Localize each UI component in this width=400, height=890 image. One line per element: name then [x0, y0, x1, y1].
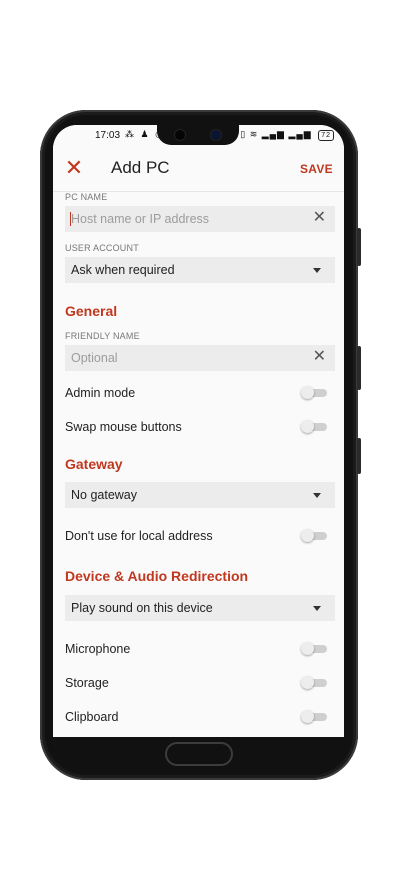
local-address-toggle[interactable]: [301, 529, 327, 542]
toggle-knob: [301, 676, 314, 689]
gateway-select[interactable]: No gateway: [65, 482, 335, 508]
front-camera-icon: [175, 130, 185, 140]
dropdown-arrow-icon: [313, 268, 321, 273]
app-bar: ✕ Add PC SAVE: [53, 147, 344, 192]
volume-button: [357, 228, 361, 266]
user-account-select[interactable]: Ask when required: [65, 257, 335, 283]
dropdown-arrow-icon: [313, 493, 321, 498]
sound-value: Play sound on this device: [71, 601, 213, 615]
section-device-audio: Device & Audio Redirection: [65, 568, 249, 584]
phone-frame: 17:03 ⁂ ♟ ◎ ▯ ≋ ▂▄▆ ▂▄▆ 72 ✕ Add PC SAVE…: [40, 110, 361, 780]
pc-name-label: PC NAME: [65, 192, 108, 202]
local-address-label: Don't use for local address: [65, 529, 213, 543]
gateway-value: No gateway: [71, 488, 138, 502]
swap-mouse-label: Swap mouse buttons: [65, 420, 182, 434]
dropdown-arrow-icon: [313, 606, 321, 611]
admin-mode-label: Admin mode: [65, 386, 136, 400]
camera-notch: [157, 125, 239, 145]
toggle-knob: [301, 710, 314, 723]
side-button: [357, 438, 361, 474]
close-button[interactable]: ✕: [63, 157, 85, 179]
pc-name-placeholder: Host name or IP address: [71, 212, 210, 226]
toggle-knob: [301, 529, 314, 542]
admin-mode-toggle[interactable]: [301, 386, 327, 399]
toggle-knob: [301, 642, 314, 655]
microphone-toggle[interactable]: [301, 642, 327, 655]
front-camera-lens-icon: [211, 130, 221, 140]
microphone-label: Microphone: [65, 642, 131, 656]
section-general: General: [65, 303, 118, 319]
user-account-label: USER ACCOUNT: [65, 243, 139, 253]
system-icons: ▯ ≋ ▂▄▆ ▂▄▆ 72: [240, 129, 334, 141]
swap-mouse-toggle[interactable]: [301, 420, 327, 433]
friendly-name-label: FRIENDLY NAME: [65, 331, 140, 341]
home-button[interactable]: [165, 742, 233, 766]
battery-icon: 72: [318, 130, 334, 141]
storage-toggle[interactable]: [301, 676, 327, 689]
clear-pc-name-icon[interactable]: ✕: [313, 210, 326, 226]
signal-wifi-icons: ▯ ≋ ▂▄▆ ▂▄▆: [240, 129, 312, 139]
sound-select[interactable]: Play sound on this device: [65, 595, 335, 621]
screen: 17:03 ⁂ ♟ ◎ ▯ ≋ ▂▄▆ ▂▄▆ 72 ✕ Add PC SAVE…: [53, 125, 344, 737]
clear-friendly-name-icon[interactable]: ✕: [313, 349, 326, 365]
section-gateway: Gateway: [65, 456, 123, 472]
friendly-name-placeholder: Optional: [71, 351, 118, 365]
user-account-value: Ask when required: [71, 263, 175, 277]
clipboard-toggle[interactable]: [301, 710, 327, 723]
power-button: [357, 346, 361, 390]
toggle-knob: [301, 386, 314, 399]
storage-label: Storage: [65, 676, 109, 690]
pc-name-input[interactable]: Host name or IP address ✕: [65, 206, 335, 232]
save-button[interactable]: SAVE: [300, 162, 333, 176]
toggle-knob: [301, 420, 314, 433]
page-title: Add PC: [111, 158, 170, 177]
status-bar: 17:03 ⁂ ♟ ◎ ▯ ≋ ▂▄▆ ▂▄▆ 72: [53, 125, 344, 147]
clipboard-label: Clipboard: [65, 710, 119, 724]
status-time: 17:03: [95, 130, 121, 141]
friendly-name-input[interactable]: Optional ✕: [65, 345, 335, 371]
